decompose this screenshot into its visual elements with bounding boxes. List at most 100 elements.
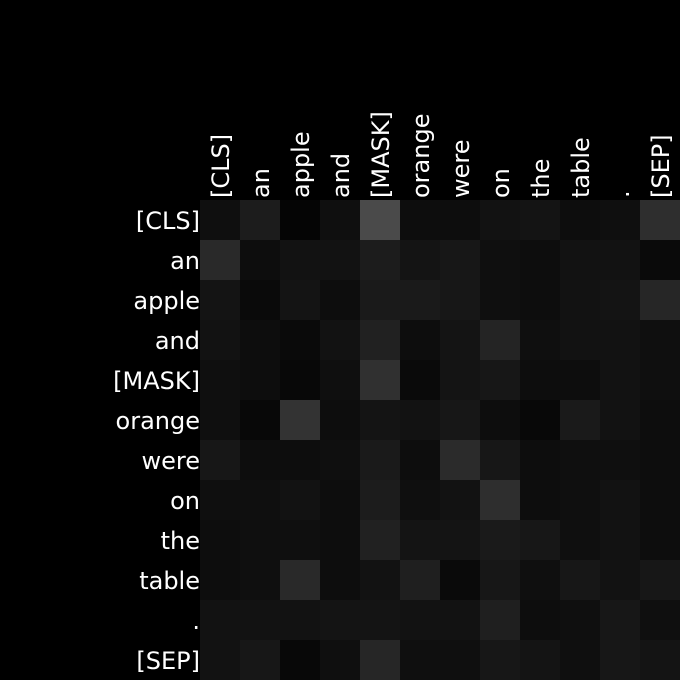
heatmap-cells	[200, 200, 680, 680]
y-tick-label-4: [MASK]	[113, 367, 200, 395]
heatmap-cell-7-7	[480, 480, 520, 520]
heatmap-cell-10-8	[520, 600, 560, 640]
x-tick-label-10: .	[607, 190, 635, 198]
heatmap-cell-8-0	[200, 520, 240, 560]
heatmap-cell-10-11	[640, 600, 680, 640]
heatmap-cell-2-2	[280, 280, 320, 320]
y-tick-label-3: and	[155, 327, 200, 355]
heatmap-cell-7-5	[400, 480, 440, 520]
heatmap-cell-1-11	[640, 240, 680, 280]
heatmap-cell-0-11	[640, 200, 680, 240]
heatmap-cell-10-10	[600, 600, 640, 640]
x-tick-label-3: and	[327, 153, 355, 198]
heatmap-cell-7-2	[280, 480, 320, 520]
x-tick-label-4: [MASK]	[367, 111, 395, 198]
heatmap-cell-4-2	[280, 360, 320, 400]
heatmap-cell-9-8	[520, 560, 560, 600]
heatmap-cell-4-11	[640, 360, 680, 400]
heatmap-cell-1-8	[520, 240, 560, 280]
heatmap-cell-0-10	[600, 200, 640, 240]
heatmap-cell-11-7	[480, 640, 520, 680]
heatmap-cell-0-8	[520, 200, 560, 240]
heatmap-cell-1-9	[560, 240, 600, 280]
heatmap-cell-3-1	[240, 320, 280, 360]
heatmap-cell-5-8	[520, 400, 560, 440]
heatmap-cell-0-7	[480, 200, 520, 240]
heatmap-cell-8-3	[320, 520, 360, 560]
heatmap-cell-6-0	[200, 440, 240, 480]
heatmap-cell-1-1	[240, 240, 280, 280]
heatmap-cell-7-8	[520, 480, 560, 520]
heatmap-cell-11-3	[320, 640, 360, 680]
heatmap-cell-5-2	[280, 400, 320, 440]
heatmap-cell-4-9	[560, 360, 600, 400]
y-tick-label-5: orange	[116, 407, 200, 435]
heatmap-cell-1-5	[400, 240, 440, 280]
x-tick-label-6: were	[447, 140, 475, 199]
heatmap-cell-2-4	[360, 280, 400, 320]
heatmap-cell-3-10	[600, 320, 640, 360]
heatmap-cell-1-6	[440, 240, 480, 280]
y-tick-label-9: table	[139, 567, 200, 595]
y-tick-label-7: on	[170, 487, 200, 515]
heatmap-cell-10-9	[560, 600, 600, 640]
heatmap-cell-9-5	[400, 560, 440, 600]
heatmap-cell-11-10	[600, 640, 640, 680]
heatmap-cell-7-0	[200, 480, 240, 520]
heatmap-cell-1-4	[360, 240, 400, 280]
heatmap-cell-6-2	[280, 440, 320, 480]
heatmap-cell-4-4	[360, 360, 400, 400]
heatmap-cell-8-8	[520, 520, 560, 560]
heatmap-cell-10-3	[320, 600, 360, 640]
heatmap-cell-4-1	[240, 360, 280, 400]
heatmap-cell-5-1	[240, 400, 280, 440]
heatmap-cell-7-3	[320, 480, 360, 520]
heatmap-cell-10-4	[360, 600, 400, 640]
heatmap-cell-6-11	[640, 440, 680, 480]
x-tick-label-11: [SEP]	[647, 134, 675, 198]
heatmap-cell-3-11	[640, 320, 680, 360]
heatmap-cell-2-10	[600, 280, 640, 320]
heatmap-cell-6-10	[600, 440, 640, 480]
heatmap-cell-0-5	[400, 200, 440, 240]
heatmap-cell-11-0	[200, 640, 240, 680]
heatmap-cell-5-10	[600, 400, 640, 440]
heatmap-cell-0-9	[560, 200, 600, 240]
heatmap-cell-3-0	[200, 320, 240, 360]
heatmap-cell-1-7	[480, 240, 520, 280]
y-tick-label-8: the	[161, 527, 200, 555]
heatmap-cell-2-11	[640, 280, 680, 320]
heatmap-cell-11-8	[520, 640, 560, 680]
x-tick-label-0: [CLS]	[207, 134, 235, 198]
heatmap-cell-9-2	[280, 560, 320, 600]
heatmap-cell-2-1	[240, 280, 280, 320]
heatmap-cell-11-6	[440, 640, 480, 680]
heatmap-cell-4-7	[480, 360, 520, 400]
heatmap-cell-7-10	[600, 480, 640, 520]
heatmap-cell-11-11	[640, 640, 680, 680]
heatmap-cell-11-1	[240, 640, 280, 680]
x-tick-label-2: apple	[287, 131, 315, 198]
heatmap-cell-5-0	[200, 400, 240, 440]
heatmap-cell-0-4	[360, 200, 400, 240]
heatmap-cell-5-4	[360, 400, 400, 440]
heatmap-cell-6-5	[400, 440, 440, 480]
heatmap-cell-0-3	[320, 200, 360, 240]
attention-heatmap: [CLS] an apple and [MASK] orange were on the tabl…	[0, 0, 680, 680]
heatmap-cell-5-3	[320, 400, 360, 440]
heatmap-cell-6-1	[240, 440, 280, 480]
heatmap-cell-8-9	[560, 520, 600, 560]
heatmap-cell-8-11	[640, 520, 680, 560]
heatmap-cell-11-4	[360, 640, 400, 680]
heatmap-cell-11-5	[400, 640, 440, 680]
heatmap-cell-2-0	[200, 280, 240, 320]
heatmap-cell-5-7	[480, 400, 520, 440]
heatmap-cell-3-8	[520, 320, 560, 360]
heatmap-cell-5-6	[440, 400, 480, 440]
heatmap-cell-7-1	[240, 480, 280, 520]
x-tick-label-5: orange	[407, 114, 435, 198]
heatmap-cell-9-4	[360, 560, 400, 600]
heatmap-cell-8-2	[280, 520, 320, 560]
heatmap-cell-2-8	[520, 280, 560, 320]
heatmap-cell-10-2	[280, 600, 320, 640]
